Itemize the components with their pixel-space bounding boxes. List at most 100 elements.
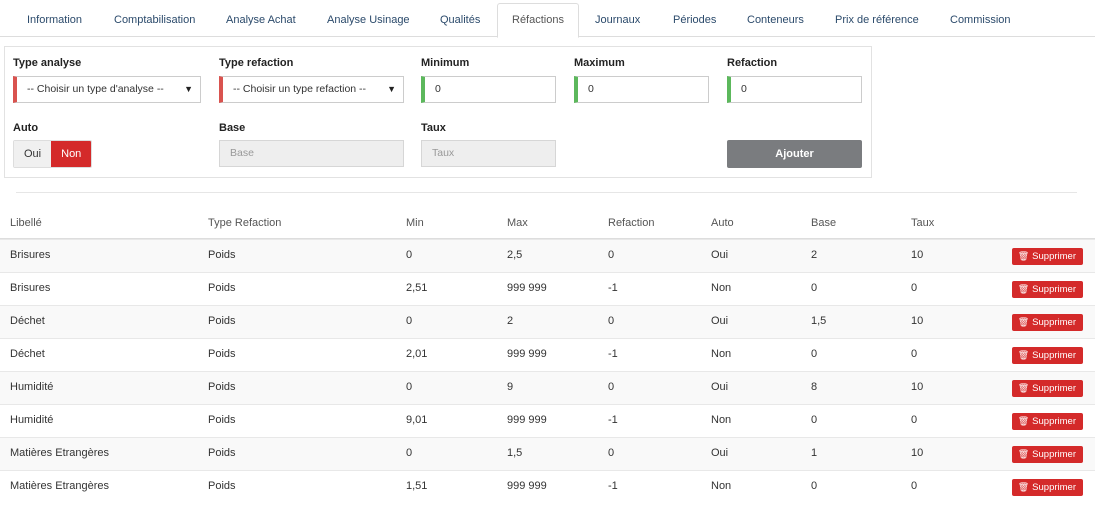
cell-max: 2,5 (507, 249, 523, 261)
cell-libelle: Brisures (10, 282, 51, 294)
delete-label: Supprimer (1032, 350, 1076, 361)
add-button[interactable]: Ajouter (727, 140, 862, 168)
delete-button[interactable]: 🗑 Supprimer (1011, 248, 1083, 265)
header-libelle: Libellé (10, 217, 42, 229)
cell-refaction: -1 (608, 282, 618, 294)
trash-icon: 🗑 (1017, 284, 1030, 294)
table-row: Matières Etrangères Poids 0 1,5 0 Oui 1 … (0, 437, 1095, 470)
delete-label: Supprimer (1032, 251, 1076, 262)
tab-information[interactable]: Information (12, 3, 97, 37)
trash-icon: 🗑 (1017, 449, 1030, 459)
tab-bar: Information Comptabilisation Analyse Ach… (0, 0, 1095, 38)
refaction-form: Type analyse -- Choisir un type d'analys… (4, 46, 872, 178)
caret-down-icon: ▼ (184, 84, 193, 94)
tab-analyse-achat[interactable]: Analyse Achat (211, 3, 311, 37)
refaction-input[interactable]: 0 (727, 76, 862, 103)
type-analyse-value: -- Choisir un type d'analyse -- (27, 83, 164, 95)
tab-comptabilisation[interactable]: Comptabilisation (99, 3, 210, 37)
trash-icon: 🗑 (1017, 350, 1030, 360)
cell-min: 0 (406, 315, 413, 327)
cell-taux: 0 (911, 282, 918, 294)
tab-periodes[interactable]: Périodes (658, 3, 731, 37)
minimum-input[interactable]: 0 (421, 76, 556, 103)
cell-base: 0 (811, 282, 818, 294)
delete-button[interactable]: 🗑 Supprimer (1011, 479, 1083, 496)
table-row: Humidité Poids 0 9 0 Oui 8 10 🗑 Supprimer (0, 371, 1095, 404)
cell-auto: Non (711, 348, 732, 360)
base-label: Base (219, 122, 246, 134)
cell-auto: Oui (711, 381, 729, 393)
delete-label: Supprimer (1032, 317, 1076, 328)
divider (16, 192, 1077, 193)
delete-button[interactable]: 🗑 Supprimer (1011, 281, 1083, 298)
cell-libelle: Humidité (10, 414, 54, 426)
cell-min: 2,01 (406, 348, 428, 360)
table-header: Libellé Type Refaction Min Max Refaction… (0, 207, 1095, 239)
cell-libelle: Brisures (10, 249, 51, 261)
cell-min: 0 (406, 447, 413, 459)
cell-refaction: -1 (608, 348, 618, 360)
cell-refaction: 0 (608, 315, 615, 327)
cell-refaction: 0 (608, 249, 615, 261)
taux-label: Taux (421, 122, 446, 134)
cell-type-refaction: Poids (208, 315, 236, 327)
type-refaction-value: -- Choisir un type refaction -- (233, 83, 367, 95)
maximum-label: Maximum (574, 57, 625, 69)
header-refaction: Refaction (608, 217, 655, 229)
cell-auto: Oui (711, 249, 729, 261)
cell-type-refaction: Poids (208, 381, 236, 393)
tab-refactions[interactable]: Réfactions (497, 3, 579, 38)
table-row: Matières Etrangères Poids 1,51 999 999 -… (0, 470, 1095, 503)
cell-libelle: Humidité (10, 381, 54, 393)
cell-type-refaction: Poids (208, 447, 236, 459)
delete-button[interactable]: 🗑 Supprimer (1011, 347, 1083, 364)
auto-oui-option[interactable]: Oui (14, 141, 52, 167)
tab-conteneurs[interactable]: Conteneurs (732, 3, 819, 37)
tab-commission[interactable]: Commission (935, 3, 1026, 37)
cell-max: 9 (507, 381, 514, 393)
delete-button[interactable]: 🗑 Supprimer (1011, 380, 1083, 397)
table-row: Déchet Poids 0 2 0 Oui 1,5 10 🗑 Supprimer (0, 305, 1095, 338)
cell-taux: 10 (911, 447, 924, 459)
cell-base: 1,5 (811, 315, 827, 327)
cell-libelle: Déchet (10, 348, 45, 360)
cell-auto: Oui (711, 447, 729, 459)
tab-journaux[interactable]: Journaux (580, 3, 655, 37)
refactions-table: Libellé Type Refaction Min Max Refaction… (0, 207, 1095, 503)
cell-max: 999 999 (507, 480, 547, 492)
cell-auto: Oui (711, 315, 729, 327)
delete-label: Supprimer (1032, 284, 1076, 295)
type-refaction-select[interactable]: -- Choisir un type refaction -- ▼ (219, 76, 404, 103)
delete-label: Supprimer (1032, 416, 1076, 427)
cell-min: 2,51 (406, 282, 428, 294)
tab-qualites[interactable]: Qualités (425, 3, 495, 37)
header-taux: Taux (911, 217, 935, 229)
delete-button[interactable]: 🗑 Supprimer (1011, 413, 1083, 430)
tab-analyse-usinage[interactable]: Analyse Usinage (312, 3, 425, 37)
cell-max: 1,5 (507, 447, 523, 459)
cell-libelle: Déchet (10, 315, 45, 327)
trash-icon: 🗑 (1017, 416, 1030, 426)
cell-max: 999 999 (507, 414, 547, 426)
maximum-input[interactable]: 0 (574, 76, 709, 103)
cell-libelle: Matières Etrangères (10, 480, 110, 492)
delete-label: Supprimer (1032, 449, 1076, 460)
cell-taux: 10 (911, 315, 924, 327)
cell-taux: 0 (911, 414, 918, 426)
delete-button[interactable]: 🗑 Supprimer (1011, 446, 1083, 463)
cell-refaction: -1 (608, 414, 618, 426)
cell-refaction: -1 (608, 480, 618, 492)
delete-label: Supprimer (1032, 482, 1076, 493)
trash-icon: 🗑 (1017, 317, 1030, 327)
cell-libelle: Matières Etrangères (10, 447, 110, 459)
delete-label: Supprimer (1032, 383, 1076, 394)
cell-refaction: 0 (608, 381, 615, 393)
cell-max: 2 (507, 315, 514, 327)
taux-input[interactable]: Taux (421, 140, 556, 167)
type-analyse-select[interactable]: -- Choisir un type d'analyse -- ▼ (13, 76, 201, 103)
tab-prix-de-reference[interactable]: Prix de référence (820, 3, 934, 37)
auto-non-option[interactable]: Non (51, 141, 92, 167)
table-row: Déchet Poids 2,01 999 999 -1 Non 0 0 🗑 Su… (0, 338, 1095, 371)
delete-button[interactable]: 🗑 Supprimer (1011, 314, 1083, 331)
base-input[interactable]: Base (219, 140, 404, 167)
